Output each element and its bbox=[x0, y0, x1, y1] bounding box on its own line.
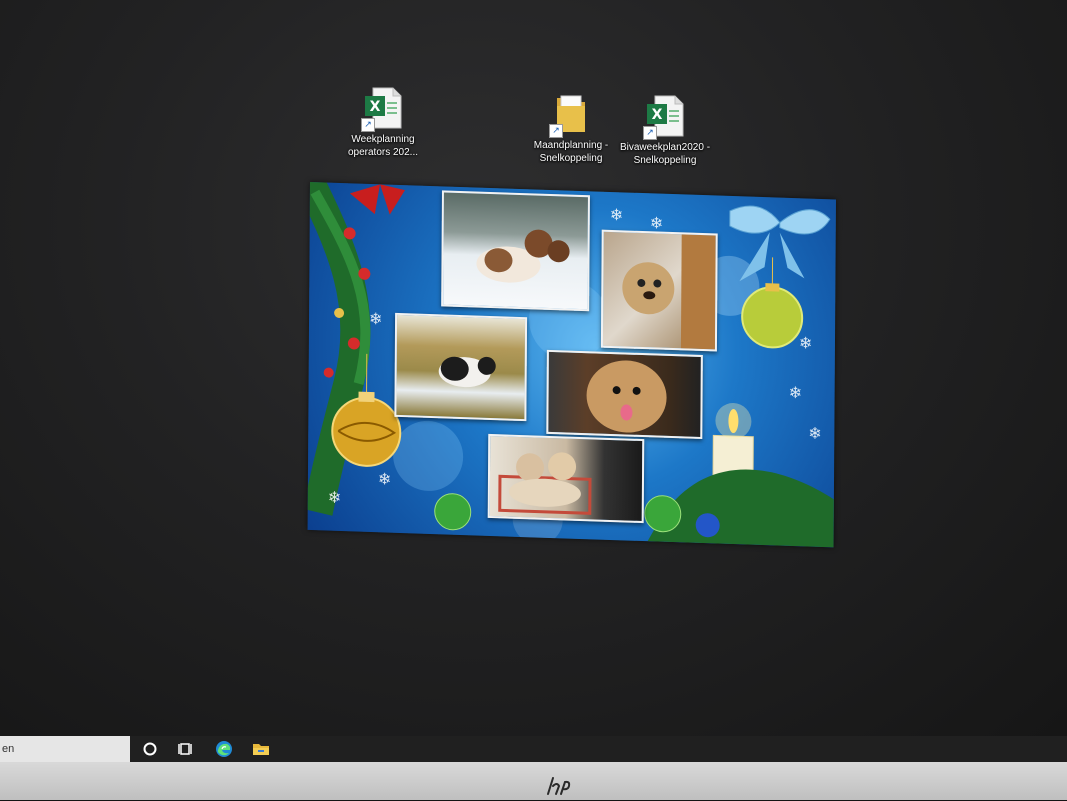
taskbar-search-input[interactable]: en bbox=[0, 736, 130, 762]
cortana-icon[interactable] bbox=[140, 739, 160, 759]
svg-text:X: X bbox=[652, 107, 663, 123]
dog-photo-field bbox=[394, 313, 527, 421]
christmas-wallpaper-image: ❄ ❄ ❄ ❄ ❄ ❄ ❄ ❄ bbox=[308, 182, 836, 547]
taskbar: en bbox=[0, 736, 1067, 762]
svg-text:❄: ❄ bbox=[799, 333, 813, 352]
file-explorer-icon[interactable] bbox=[251, 739, 271, 759]
desktop-icon-label: Weekplanning operators 202... bbox=[328, 133, 438, 159]
edge-icon[interactable] bbox=[214, 739, 234, 759]
svg-text:❄: ❄ bbox=[378, 469, 392, 488]
shortcut-arrow-icon: ↗ bbox=[361, 118, 375, 132]
excel-file-icon: X ↗ bbox=[645, 94, 685, 138]
dog-photo-snow bbox=[441, 190, 590, 311]
svg-text:❄: ❄ bbox=[789, 383, 803, 402]
desktop: X ↗ Weekplanning operators 202... ↗ Maan… bbox=[0, 0, 1067, 736]
shortcut-arrow-icon: ↗ bbox=[643, 126, 657, 140]
svg-text:❄: ❄ bbox=[650, 213, 664, 232]
desktop-icon-bivaweekplan[interactable]: X ↗ Bivaweekplan2020 - Snelkoppeling bbox=[610, 94, 720, 167]
dog-photo-basket bbox=[488, 434, 645, 523]
svg-text:X: X bbox=[370, 99, 381, 115]
svg-text:❄: ❄ bbox=[808, 424, 822, 443]
task-view-icon[interactable] bbox=[176, 739, 196, 759]
desktop-icon-weekplanning[interactable]: X ↗ Weekplanning operators 202... bbox=[328, 86, 438, 159]
dog-photo-closeup bbox=[546, 350, 703, 439]
folder-icon: ↗ bbox=[551, 92, 591, 136]
svg-text:❄: ❄ bbox=[328, 488, 342, 507]
hp-logo bbox=[540, 776, 576, 796]
shortcut-arrow-icon: ↗ bbox=[549, 124, 563, 138]
excel-file-icon: X ↗ bbox=[363, 86, 403, 130]
svg-text:❄: ❄ bbox=[610, 205, 624, 224]
desktop-icon-label: Bivaweekplan2020 - Snelkoppeling bbox=[610, 141, 720, 167]
dog-photo-blanket bbox=[601, 230, 718, 352]
monitor-bezel bbox=[0, 762, 1067, 800]
svg-text:❄: ❄ bbox=[369, 309, 383, 328]
